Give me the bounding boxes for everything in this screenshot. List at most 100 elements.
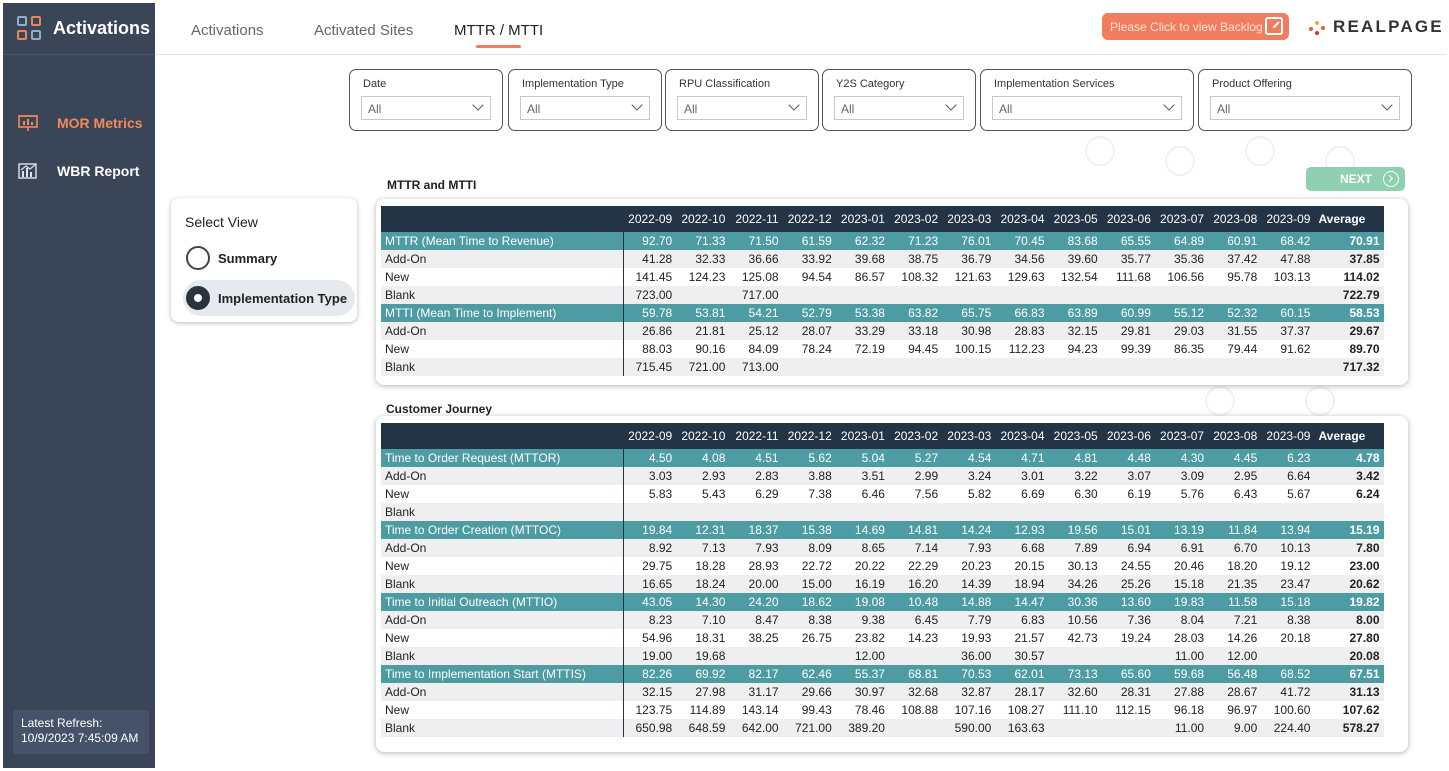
filter-y2s-category[interactable]: Y2S Category All — [822, 69, 976, 131]
value-cell: 19.68 — [676, 647, 730, 665]
filter-dropdown[interactable]: All — [1210, 96, 1400, 120]
filter-implementation-services[interactable]: Implementation Services All — [980, 69, 1194, 131]
row-label[interactable]: New — [381, 268, 624, 286]
row-label[interactable]: MTTR (Mean Time to Revenue) — [381, 232, 624, 250]
row-label[interactable]: Time to Implementation Start (MTTIS) — [381, 665, 624, 683]
filter-implementation-type[interactable]: Implementation Type All — [508, 69, 662, 131]
value-cell: 125.08 — [729, 268, 783, 286]
value-cell: 86.35 — [1154, 340, 1209, 358]
sidebar-item-mor-metrics[interactable]: MOR Metrics — [17, 114, 143, 132]
value-cell: 590.00 — [942, 719, 996, 737]
column-header[interactable]: 2023-06 — [1101, 206, 1155, 232]
filter-date[interactable]: Date All — [349, 69, 503, 131]
value-cell: 68.52 — [1261, 665, 1315, 683]
column-header[interactable]: 2022-12 — [782, 423, 836, 449]
row-label[interactable]: Add-On — [381, 322, 624, 340]
tab-activations[interactable]: Activations — [191, 22, 264, 39]
column-header[interactable]: 2023-07 — [1154, 423, 1209, 449]
filter-value: All — [684, 102, 698, 116]
filter-dropdown[interactable]: All — [361, 96, 491, 120]
value-cell: 18.28 — [676, 557, 730, 575]
average-cell: 37.85 — [1314, 250, 1384, 268]
average-cell: 722.79 — [1314, 286, 1384, 304]
column-header[interactable]: 2022-09 — [623, 206, 677, 232]
column-header[interactable]: 2022-12 — [782, 206, 836, 232]
backlog-button-label: Please Click to view Backlog — [1110, 19, 1263, 34]
column-header[interactable]: 2023-04 — [995, 206, 1049, 232]
row-label[interactable]: New — [381, 340, 624, 358]
row-label[interactable]: Add-On — [381, 611, 624, 629]
value-cell: 53.81 — [676, 304, 730, 322]
view-backlog-button[interactable]: Please Click to view Backlog — [1102, 13, 1289, 40]
column-header[interactable]: 2023-04 — [995, 423, 1049, 449]
column-header[interactable]: 2023-05 — [1048, 423, 1102, 449]
column-header[interactable]: 2022-09 — [623, 423, 677, 449]
column-header[interactable]: 2023-02 — [888, 206, 943, 232]
row-label[interactable]: New — [381, 629, 624, 647]
column-header[interactable]: 2023-06 — [1101, 423, 1155, 449]
sidebar-item-wbr-report[interactable]: WBR Report — [17, 162, 139, 180]
header-corner-cell — [381, 423, 623, 449]
row-label[interactable]: New — [381, 485, 624, 503]
column-header[interactable]: Average — [1314, 423, 1384, 449]
filter-dropdown[interactable]: All — [520, 96, 650, 120]
column-header[interactable]: 2023-01 — [835, 423, 889, 449]
column-header[interactable]: 2023-03 — [942, 206, 996, 232]
row-label[interactable]: Time to Initial Outreach (MTTIO) — [381, 593, 624, 611]
row-label[interactable]: New — [381, 557, 624, 575]
average-cell: 107.62 — [1314, 701, 1384, 719]
row-label[interactable]: Blank — [381, 647, 624, 665]
value-cell: 33.29 — [835, 322, 889, 340]
column-header[interactable]: Average — [1314, 206, 1384, 232]
value-cell: 65.75 — [942, 304, 996, 322]
filter-rpu-classification[interactable]: RPU Classification All — [665, 69, 819, 131]
row-label[interactable]: Time to Order Creation (MTTOC) — [381, 521, 624, 539]
column-header[interactable]: 2023-09 — [1261, 423, 1315, 449]
value-cell: 19.12 — [1261, 557, 1315, 575]
value-cell: 14.69 — [835, 521, 889, 539]
value-cell: 16.19 — [835, 575, 889, 593]
tab-mttr-mtti[interactable]: MTTR / MTTI — [454, 22, 543, 48]
row-label[interactable]: New — [381, 701, 624, 719]
chevron-down-icon — [1381, 99, 1393, 111]
row-label[interactable]: Add-On — [381, 250, 624, 268]
column-header[interactable]: 2023-09 — [1261, 206, 1315, 232]
column-header[interactable]: 2023-01 — [835, 206, 889, 232]
next-button[interactable]: NEXT — [1306, 167, 1405, 191]
row-label[interactable]: Blank — [381, 286, 624, 304]
column-header[interactable]: 2023-02 — [888, 423, 943, 449]
row-label[interactable]: Blank — [381, 575, 624, 593]
column-header[interactable]: 2023-08 — [1208, 206, 1262, 232]
column-header[interactable]: 2023-08 — [1208, 423, 1262, 449]
row-label[interactable]: Time to Order Request (MTTOR) — [381, 449, 624, 467]
column-header[interactable]: 2022-10 — [676, 206, 730, 232]
value-cell: 30.98 — [942, 322, 996, 340]
column-header[interactable]: 2022-11 — [729, 423, 783, 449]
value-cell: 94.45 — [888, 340, 943, 358]
view-option-summary[interactable]: Summary — [183, 240, 285, 276]
column-header[interactable]: 2022-10 — [676, 423, 730, 449]
tab-activated-sites[interactable]: Activated Sites — [314, 22, 413, 39]
filter-dropdown[interactable]: All — [992, 96, 1182, 120]
filter-value: All — [841, 102, 855, 116]
column-header[interactable]: 2023-07 — [1154, 206, 1209, 232]
table-row: Blank 19.00 19.68 12.00 36.00 30.57 11.00 12.00… — [381, 647, 1384, 665]
row-label[interactable]: Blank — [381, 503, 624, 521]
view-option-implementation-type[interactable]: Implementation Type — [183, 280, 356, 316]
filter-product-offering[interactable]: Product Offering All — [1198, 69, 1412, 131]
table-group-row: MTTI (Mean Time to Implement) 59.78 53.81 5… — [381, 304, 1384, 322]
column-header[interactable]: 2023-05 — [1048, 206, 1102, 232]
row-label[interactable]: Add-On — [381, 467, 624, 485]
row-label[interactable]: Add-On — [381, 683, 624, 701]
row-label[interactable]: Blank — [381, 719, 624, 737]
row-label[interactable]: MTTI (Mean Time to Implement) — [381, 304, 624, 322]
table-row: New 54.96 18.31 38.25 26.75 23.82 14.23 19.93 21… — [381, 629, 1384, 647]
value-cell: 3.88 — [782, 467, 836, 485]
filter-dropdown[interactable]: All — [677, 96, 807, 120]
filter-dropdown[interactable]: All — [834, 96, 964, 120]
row-label[interactable]: Blank — [381, 358, 624, 376]
realpage-logo: REALPAGE — [1307, 17, 1444, 37]
column-header[interactable]: 2023-03 — [942, 423, 996, 449]
row-label[interactable]: Add-On — [381, 539, 624, 557]
column-header[interactable]: 2022-11 — [729, 206, 783, 232]
